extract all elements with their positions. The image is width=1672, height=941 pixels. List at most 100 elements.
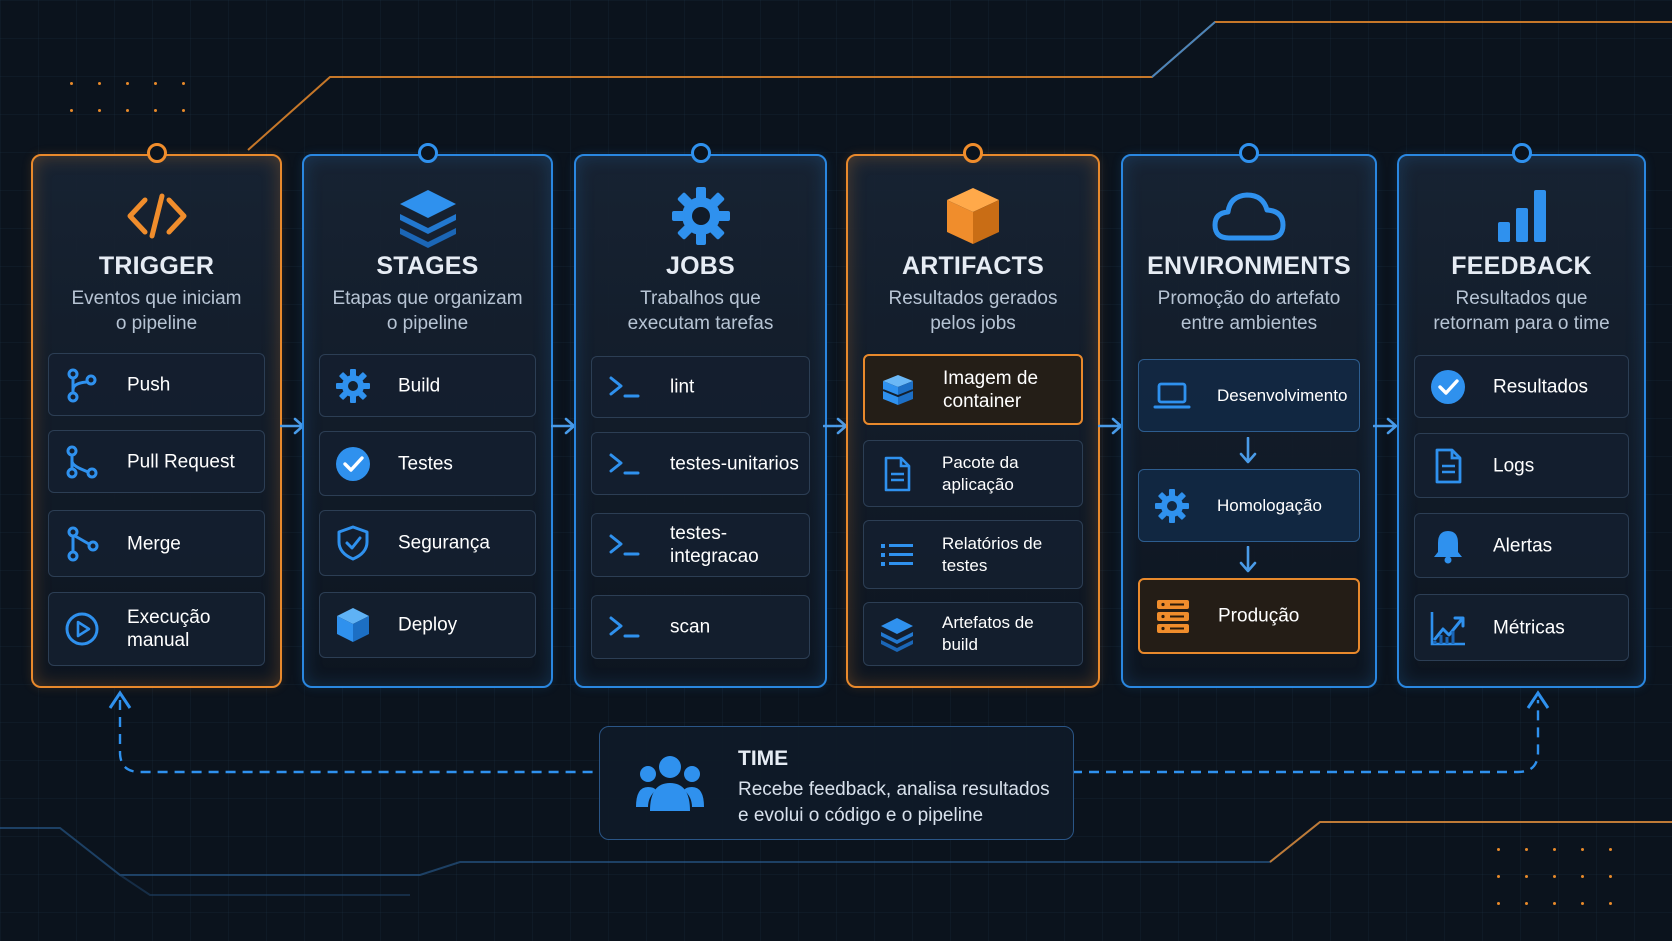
item-label: Alertas [1493,535,1553,556]
column-title: JOBS [666,252,735,280]
item-relatorios-testes[interactable]: Relatórios de testes [863,520,1083,589]
connector-dot [690,143,711,163]
terminal-icon [609,376,640,398]
item-label: Métricas [1493,617,1565,638]
item-label: Pull Request [127,451,235,472]
item-label: Merge [127,533,181,554]
play-circle-icon [65,612,99,646]
pull-request-icon [66,445,98,478]
terminal-icon [609,616,640,638]
check-circle-icon [336,446,370,481]
users-icon [636,756,704,811]
terminal-icon [609,534,640,556]
item-label: Produção [1218,605,1300,627]
arrow-down-icon [1239,546,1257,573]
column-artifacts: ARTIFACTS Resultados gerados pelos jobs … [846,143,1100,688]
item-label: Homologação [1217,495,1322,515]
column-title: ARTIFACTS [901,252,1045,280]
item-label: Segurança [398,532,490,554]
column-trigger: TRIGGER Eventos que iniciam o pipeline P… [31,143,282,688]
layers-icon [881,618,913,652]
git-branch-icon [67,368,97,402]
column-stages: STAGES Etapas que organizam o pipeline B… [302,143,553,688]
cube-icon [337,608,369,642]
item-alertas[interactable]: Alertas [1414,513,1629,578]
container-icon [882,374,914,405]
column-feedback: FEEDBACK Resultados que retornam para o … [1397,143,1646,688]
column-jobs: JOBS Trabalhos que executam tarefas lint… [574,143,827,688]
item-label: testes-unitarios [670,453,799,474]
item-label: Testes [398,453,453,474]
decorative-dots [1497,848,1637,905]
document-icon [1435,448,1462,483]
item-lint[interactable]: lint [591,356,810,418]
column-title: TRIGGER [98,252,215,280]
connector-dot [1511,143,1532,163]
item-scan[interactable]: scan [591,595,810,659]
document-icon [884,456,911,491]
connector-dot [1239,143,1259,163]
item-label: testes-integracao [670,523,759,567]
gear-icon [671,187,730,245]
column-title: ENVIRONMENTS [1147,252,1351,280]
code-icon [127,193,186,239]
item-push[interactable]: Push [48,353,265,416]
item-build[interactable]: Build [319,354,536,417]
item-testes-integracao[interactable]: testes-integracao [591,513,810,577]
item-label: Build [398,375,441,396]
item-label: Relatórios de testes [942,533,1043,575]
item-seguranca[interactable]: Segurança [319,510,536,576]
gear-icon [1155,488,1189,523]
column-title: FEEDBACK [1451,252,1592,280]
connector-dot [963,143,983,163]
item-homologacao[interactable]: Homologação [1138,469,1360,542]
layers-icon [399,190,456,248]
item-pull-request[interactable]: Pull Request [48,430,265,493]
connector-dot [146,143,167,163]
shield-icon [337,525,369,561]
column-subtitle: Resultados gerados pelos jobs [888,288,1058,334]
bell-icon [1434,530,1462,563]
merge-icon [67,526,99,561]
item-label: Push [127,374,171,395]
list-icon [881,543,913,566]
item-testes-unitarios[interactable]: testes-unitarios [591,432,810,495]
item-label: Imagem de container [943,367,1039,412]
column-subtitle: Etapas que organizam o pipeline [332,288,523,334]
item-imagem-container[interactable]: Imagem de container [863,354,1083,425]
column-subtitle: Trabalhos que executam tarefas [627,288,774,334]
item-label: Pacote da aplicação [942,452,1019,494]
column-environments: ENVIRONMENTS Promoção do artefato entre … [1121,143,1377,688]
item-label: Desenvolvimento [1217,385,1348,405]
item-deploy[interactable]: Deploy [319,592,536,658]
item-producao[interactable]: Produção [1138,578,1360,654]
item-artefatos-build[interactable]: Artefatos de build [863,602,1083,666]
item-merge[interactable]: Merge [48,510,265,577]
item-label: Execução manual [127,607,211,651]
bar-chart-icon [1497,190,1546,242]
cloud-icon [1212,192,1286,241]
team-description: Recebe feedback, analisa resultados e ev… [738,779,1050,826]
item-manual-run[interactable]: Execução manual [48,592,265,666]
item-desenvolvimento[interactable]: Desenvolvimento [1138,359,1360,432]
item-metricas[interactable]: Métricas [1414,594,1629,661]
check-circle-icon [1431,369,1465,404]
column-subtitle: Promoção do artefato entre ambientes [1157,288,1341,334]
team-title: TIME [738,747,789,770]
gear-icon [336,368,370,403]
item-logs[interactable]: Logs [1414,433,1629,498]
column-subtitle: Resultados que retornam para o time [1433,288,1610,334]
column-title: STAGES [376,252,479,280]
server-icon [1157,600,1189,633]
team-box: TIME Recebe feedback, analisa resultados… [599,726,1074,840]
arrow-down-icon [1239,437,1257,464]
arrow-right-icon [1373,417,1398,435]
item-testes[interactable]: Testes [319,431,536,496]
item-resultados[interactable]: Resultados [1414,355,1629,418]
connector-dot [417,143,438,163]
item-label: scan [670,616,711,638]
item-label: Deploy [398,614,458,636]
item-pacote-aplicacao[interactable]: Pacote da aplicação [863,440,1083,507]
line-chart-icon [1430,611,1465,645]
box-icon [947,188,999,244]
